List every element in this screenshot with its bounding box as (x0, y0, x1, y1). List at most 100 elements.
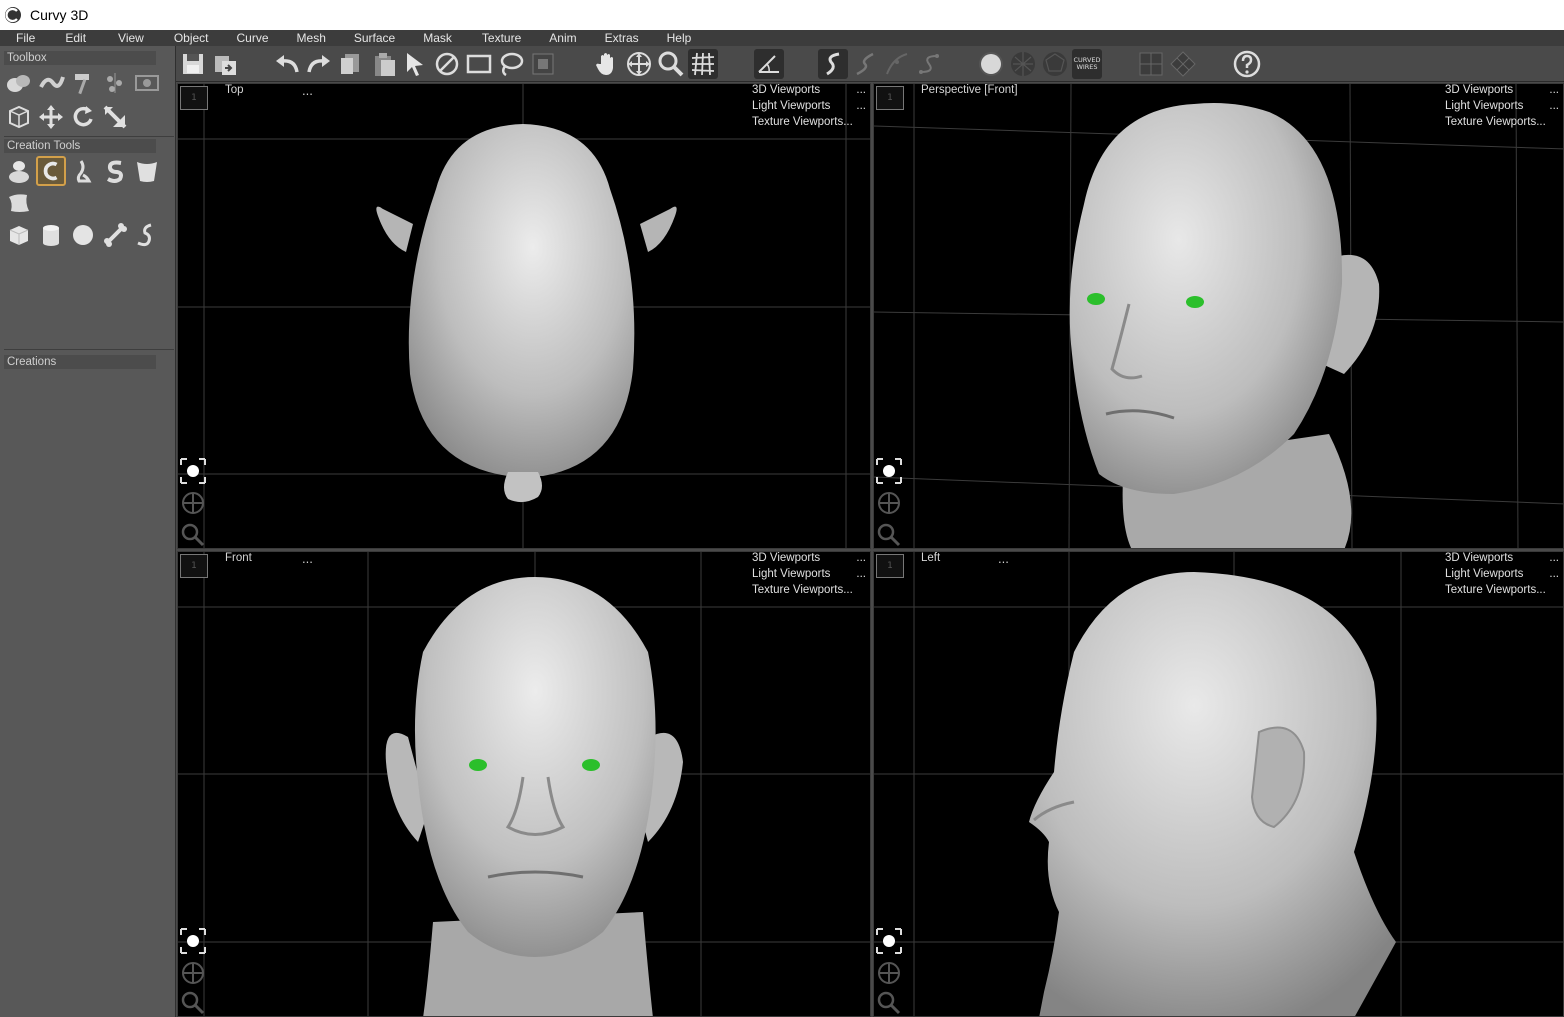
viewport-option-texture[interactable]: Texture Viewports... (1445, 116, 1555, 128)
viewport-option-texture[interactable]: Texture Viewports... (752, 584, 862, 596)
cube-transform-icon[interactable] (4, 102, 34, 132)
pan-view-icon[interactable] (874, 958, 904, 988)
select-arrow-icon[interactable] (400, 49, 430, 79)
tube-primitive-icon[interactable] (132, 220, 162, 250)
sculpt-blob-icon[interactable] (4, 156, 34, 186)
menu-object[interactable]: Object (168, 30, 215, 46)
hammer-tool-icon[interactable] (68, 68, 98, 98)
draw-curve-icon[interactable] (818, 49, 848, 79)
menu-extras[interactable]: Extras (599, 30, 645, 46)
viewport-front[interactable]: 1 Front ... 3D Viewports... Light Viewpo… (177, 551, 871, 1017)
bone-primitive-icon[interactable] (100, 220, 130, 250)
layout-diamond-icon[interactable] (1168, 49, 1198, 79)
lasso-select-icon[interactable] (496, 49, 526, 79)
sphere-primitive-icon[interactable] (68, 220, 98, 250)
viewport-option-light[interactable]: Light Viewports... (752, 568, 866, 580)
lathe-curve-icon[interactable] (36, 156, 66, 186)
viewport-dots[interactable]: ... (998, 552, 1009, 566)
pan-view-icon[interactable] (178, 958, 208, 988)
shaded-sphere-icon[interactable] (976, 49, 1006, 79)
viewport-option-light[interactable]: Light Viewports... (1445, 568, 1559, 580)
scale-tool-icon[interactable] (100, 102, 130, 132)
curve-smooth-icon[interactable] (914, 49, 944, 79)
zoom-view-icon[interactable] (178, 520, 208, 548)
s-curve-icon[interactable] (100, 156, 130, 186)
viewport-title[interactable]: Front (225, 552, 252, 564)
rect-select-icon[interactable] (464, 49, 494, 79)
blob-tool-icon[interactable] (4, 68, 34, 98)
viewport-option-3d[interactable]: 3D Viewports... (752, 84, 866, 96)
zoom-view-icon[interactable] (178, 988, 208, 1016)
surface-patch-icon[interactable] (4, 188, 34, 218)
viewport-left[interactable]: 1 Left ... 3D Viewports... Light Viewpor… (873, 551, 1564, 1017)
viewport-title[interactable]: Left (921, 552, 940, 564)
paste-icon[interactable] (370, 49, 400, 79)
menu-surface[interactable]: Surface (348, 30, 401, 46)
menu-mesh[interactable]: Mesh (291, 30, 332, 46)
menu-mask[interactable]: Mask (417, 30, 458, 46)
viewport-title[interactable]: Perspective [Front] (921, 84, 1018, 96)
zoom-icon[interactable] (656, 49, 686, 79)
mask-select-icon[interactable] (528, 49, 558, 79)
viewport-option-light[interactable]: Light Viewports... (752, 100, 866, 112)
viewport-title[interactable]: Top (225, 84, 244, 96)
viewport-number[interactable]: 1 (876, 554, 904, 578)
copy-icon[interactable] (336, 49, 366, 79)
zoom-view-icon[interactable] (874, 988, 904, 1016)
viewport-option-light[interactable]: Light Viewports... (1445, 100, 1559, 112)
cylinder-primitive-icon[interactable] (36, 220, 66, 250)
viewport-number[interactable]: 1 (180, 554, 208, 578)
viewport-number[interactable]: 1 (876, 86, 904, 110)
scatter-tool-icon[interactable] (100, 68, 130, 98)
camera-tool-icon[interactable] (132, 68, 162, 98)
menu-bar: File Edit View Object Curve Mesh Surface… (0, 30, 1564, 46)
viewport-dots[interactable]: ... (302, 84, 313, 98)
pan-hand-icon[interactable] (592, 49, 622, 79)
viewport-option-3d[interactable]: 3D Viewports... (752, 552, 866, 564)
rotate-view-icon[interactable] (874, 926, 904, 956)
menu-help[interactable]: Help (661, 30, 698, 46)
rotate-view-icon[interactable] (874, 456, 904, 486)
rotate-view-icon[interactable] (178, 456, 208, 486)
viewport-perspective[interactable]: 1 Perspective [Front] 3D Viewports... Li… (873, 83, 1564, 549)
bucket-shape-icon[interactable] (132, 156, 162, 186)
menu-file[interactable]: File (10, 30, 41, 46)
menu-curve[interactable]: Curve (231, 30, 275, 46)
menu-edit[interactable]: Edit (59, 30, 92, 46)
menu-view[interactable]: View (112, 30, 150, 46)
pan-view-icon[interactable] (178, 488, 208, 518)
viewport-option-texture[interactable]: Texture Viewports... (752, 116, 862, 128)
zoom-view-icon[interactable] (874, 520, 904, 548)
deselect-icon[interactable] (432, 49, 462, 79)
extrude-shape-icon[interactable] (68, 156, 98, 186)
rotate-view-icon[interactable] (178, 926, 208, 956)
twist-tool-icon[interactable] (36, 68, 66, 98)
orbit-move-icon[interactable] (624, 49, 654, 79)
viewport-option-texture[interactable]: Texture Viewports... (1445, 584, 1555, 596)
save-icon[interactable] (178, 49, 208, 79)
pan-view-icon[interactable] (874, 488, 904, 518)
menu-texture[interactable]: Texture (476, 30, 527, 46)
poly-sphere-icon[interactable] (1040, 49, 1070, 79)
move-tool-icon[interactable] (36, 102, 66, 132)
viewport-option-3d[interactable]: 3D Viewports... (1445, 552, 1559, 564)
viewport-dots[interactable]: ... (302, 552, 313, 566)
menu-anim[interactable]: Anim (543, 30, 582, 46)
curve-pen-icon[interactable] (850, 49, 880, 79)
viewport-number[interactable]: 1 (180, 86, 208, 110)
measure-angle-icon[interactable] (754, 49, 784, 79)
grid-toggle-icon[interactable] (688, 49, 718, 79)
cube-primitive-icon[interactable] (4, 220, 34, 250)
head (1069, 103, 1343, 494)
redo-icon[interactable] (304, 49, 334, 79)
rotate-tool-icon[interactable] (68, 102, 98, 132)
viewport-top[interactable]: 1 Top ... 3D Viewports... Light Viewport… (177, 83, 871, 549)
wire-sphere-icon[interactable] (1008, 49, 1038, 79)
curve-edit-icon[interactable] (882, 49, 912, 79)
help-icon[interactable] (1232, 49, 1262, 79)
viewport-option-3d[interactable]: 3D Viewports... (1445, 84, 1559, 96)
layout-grid-icon[interactable] (1136, 49, 1166, 79)
undo-icon[interactable] (272, 49, 302, 79)
import-icon[interactable] (210, 49, 240, 79)
curved-wires-button[interactable]: CURVED WIRES (1072, 49, 1102, 79)
